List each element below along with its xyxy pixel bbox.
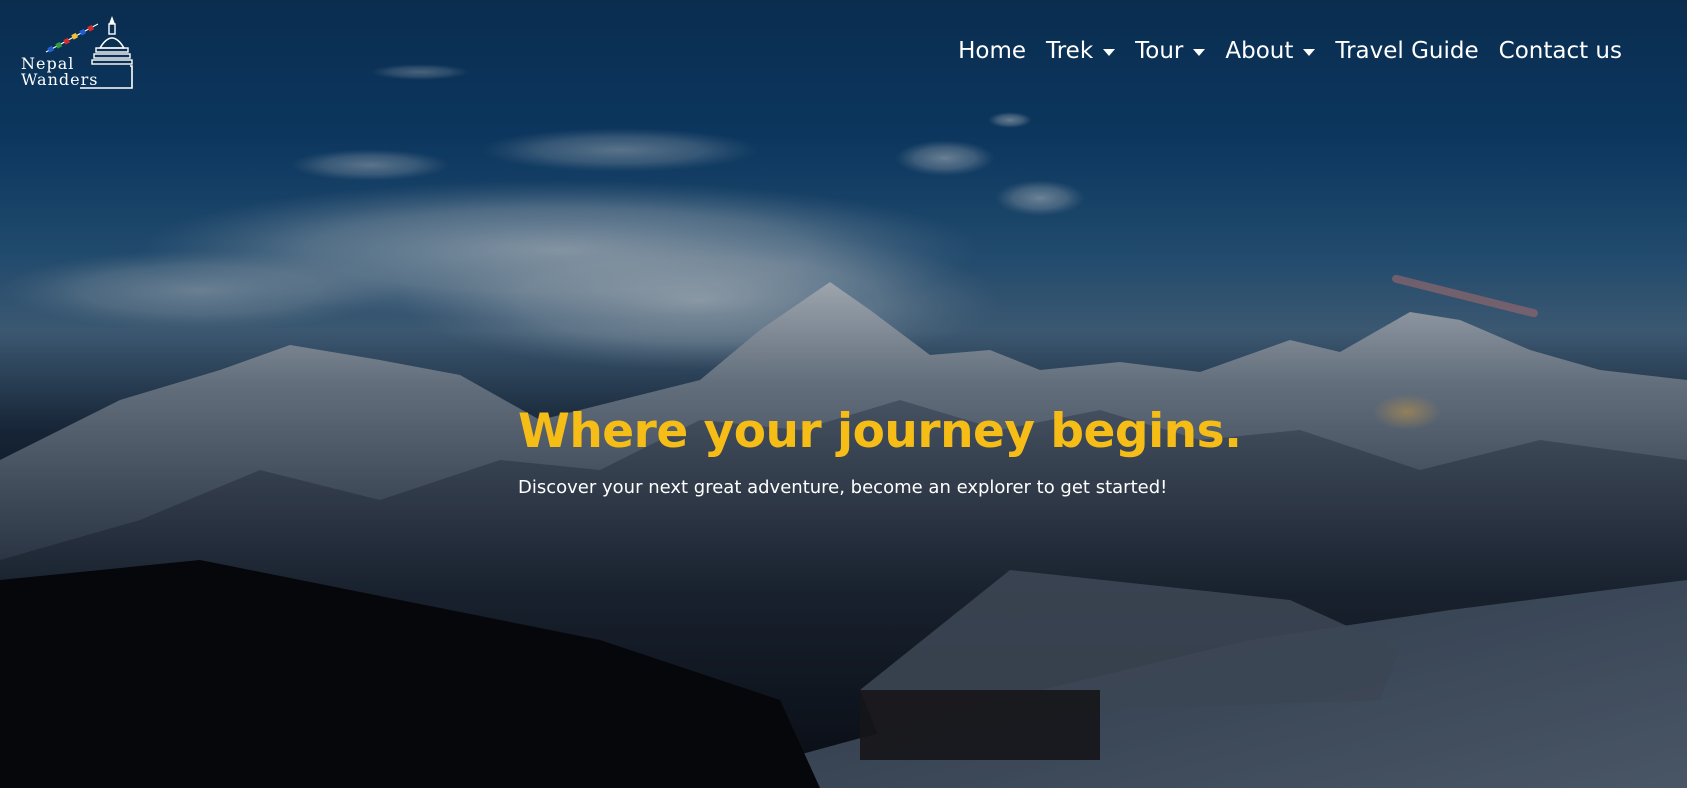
hero-subtitle: Discover your next great adventure, beco… [518, 477, 1168, 498]
brand-name-line2: Wanders [21, 70, 99, 89]
nav-item-label: Contact us [1498, 38, 1622, 64]
nav-item-about[interactable]: About [1215, 36, 1325, 66]
hero-background [0, 0, 1687, 788]
nav-item-label: Trek [1046, 38, 1094, 64]
nav-item-home[interactable]: Home [948, 36, 1036, 66]
mountain-landscape-image [0, 0, 1687, 788]
chevron-down-icon [1303, 48, 1316, 56]
nav-item-label: Travel Guide [1335, 38, 1479, 64]
nav-item-label: Home [958, 38, 1027, 64]
nav-item-tour[interactable]: Tour [1125, 36, 1215, 66]
nav-item-label: Tour [1135, 38, 1184, 64]
nav-item-trek[interactable]: Trek [1036, 36, 1125, 66]
nav-item-contact-us[interactable]: Contact us [1489, 36, 1632, 66]
nav-item-label: About [1225, 38, 1294, 64]
nav-item-travel-guide[interactable]: Travel Guide [1325, 36, 1488, 66]
hero-title: Where your journey begins. [518, 404, 1242, 459]
brand-logo[interactable]: Nepal Wanders [20, 14, 138, 90]
navbar: Nepal Wanders Home Trek Tour About Trave… [0, 0, 1687, 110]
chevron-down-icon [1193, 48, 1206, 56]
chevron-down-icon [1103, 48, 1116, 56]
nav-menu: Home Trek Tour About Travel Guide Contac… [948, 36, 1632, 66]
